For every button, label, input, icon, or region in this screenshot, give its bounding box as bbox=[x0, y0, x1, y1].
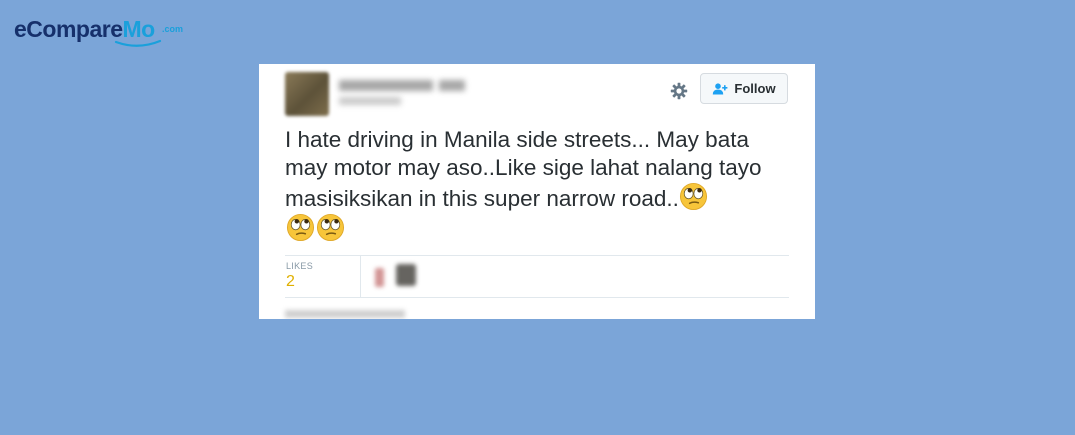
face-with-rolling-eyes-icon bbox=[316, 213, 345, 242]
liker-avatar[interactable] bbox=[375, 268, 384, 287]
tweet-timestamp-blurred[interactable] bbox=[285, 310, 405, 318]
user-badge-icons-blurred bbox=[439, 80, 465, 91]
logo-domain-suffix: .com bbox=[162, 24, 184, 34]
avatar[interactable] bbox=[285, 72, 329, 116]
tweet-card: Follow I hate driving in Manila side str… bbox=[259, 64, 815, 319]
face-with-rolling-eyes-icon bbox=[286, 213, 315, 242]
likes-count[interactable]: 2 bbox=[286, 273, 295, 291]
tweet-text: I hate driving in Manila side streets...… bbox=[285, 126, 795, 244]
likes-label[interactable]: LIKES bbox=[286, 261, 313, 271]
user-display-name-blurred[interactable] bbox=[339, 80, 433, 91]
stats-divider-bottom bbox=[285, 297, 789, 298]
stats-divider-vertical bbox=[360, 255, 361, 297]
follow-button-label: Follow bbox=[734, 81, 776, 96]
liker-avatar[interactable] bbox=[396, 264, 416, 286]
logo-compare: Compare bbox=[26, 16, 123, 42]
logo-e: e bbox=[14, 16, 27, 42]
face-with-rolling-eyes-icon bbox=[679, 182, 707, 211]
user-handle-blurred[interactable] bbox=[339, 97, 401, 105]
logo-swoosh-icon bbox=[114, 39, 162, 47]
gear-icon[interactable] bbox=[669, 81, 689, 101]
add-user-icon bbox=[713, 82, 728, 94]
follow-button[interactable]: Follow bbox=[700, 73, 788, 104]
